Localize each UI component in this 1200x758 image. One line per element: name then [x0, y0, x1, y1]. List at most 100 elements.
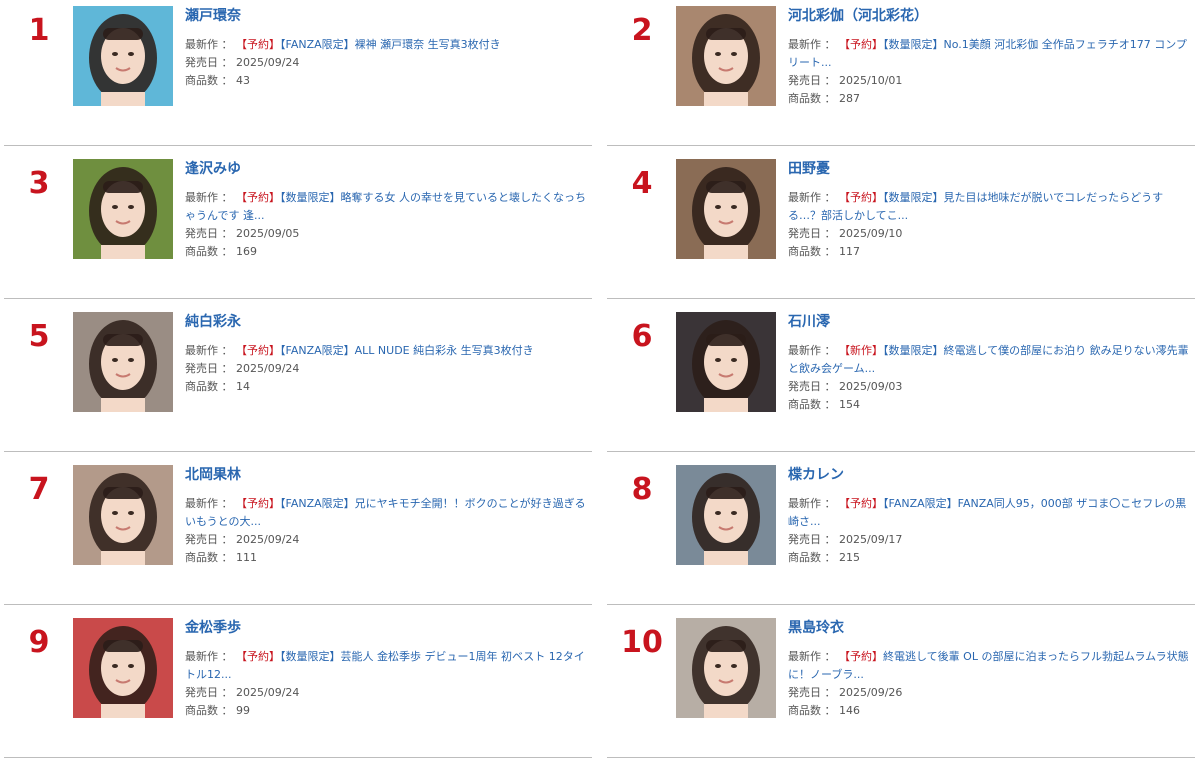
- portrait-image: [73, 312, 173, 412]
- separator: ：: [221, 245, 233, 258]
- limited-tag: 【FANZA限定】: [280, 38, 355, 51]
- ranking-card: 2 河北彩伽（河北彩花） 最新作 ： 【予約】【数量限定】No.1美顔 河北彩伽…: [607, 6, 1195, 146]
- actress-photo[interactable]: [676, 312, 776, 412]
- latest-work-title-link[interactable]: ALL NUDE 純白彩永 生写真3枚付き: [355, 344, 534, 357]
- ranking-card: 7 北岡果林 最新作 ： 【予約】【FANZA限定】兄にヤキモチ全開！！ボクのこ…: [4, 465, 592, 605]
- release-value: 2025/09/26: [839, 686, 903, 699]
- rank-number: 6: [631, 319, 653, 354]
- rank-number: 10: [621, 625, 663, 660]
- actress-name-link[interactable]: 河北彩伽（河北彩花）: [788, 6, 1191, 26]
- actress-photo[interactable]: [73, 465, 173, 565]
- rank-number: 7: [28, 472, 50, 507]
- status-tag: 【予約】: [839, 191, 883, 204]
- ranking-card: 5 純白彩永 最新作 ： 【予約】【FANZA限定】ALL NUDE 純白彩永 …: [4, 312, 592, 452]
- count-value: 146: [839, 704, 860, 717]
- separator: ：: [824, 704, 836, 717]
- product-count: 商品数 ： 287: [788, 90, 1191, 108]
- actress-name-link[interactable]: 逢沢みゆ: [185, 159, 588, 179]
- count-value: 154: [839, 398, 860, 411]
- separator: ：: [221, 704, 233, 717]
- actress-name-link[interactable]: 北岡果林: [185, 465, 588, 485]
- actress-info: 黒島玲衣 最新作 ： 【予約】終電逃して後輩 OL の部屋に泊まったらフル勃起ム…: [788, 618, 1191, 720]
- release-date: 発売日 ： 2025/09/24: [185, 531, 588, 549]
- actress-name-link[interactable]: 黒島玲衣: [788, 618, 1191, 638]
- release-value: 2025/09/24: [236, 56, 300, 69]
- latest-work-title-link[interactable]: 裸神 瀬戸環奈 生写真3枚付き: [355, 38, 501, 51]
- count-value: 117: [839, 245, 860, 258]
- count-label: 商品数: [185, 704, 218, 717]
- release-label: 発売日: [185, 362, 218, 375]
- count-label: 商品数: [788, 245, 821, 258]
- count-label: 商品数: [185, 245, 218, 258]
- status-tag: 【予約】: [839, 38, 883, 51]
- rank-number: 9: [28, 625, 50, 660]
- latest-work: 最新作 ： 【予約】【数量限定】芸能人 金松季歩 デビュー1周年 初ベスト 12…: [185, 648, 588, 684]
- latest-label: 最新作: [788, 497, 821, 510]
- release-date: 発売日 ： 2025/09/17: [788, 531, 1191, 549]
- product-count: 商品数 ： 146: [788, 702, 1191, 720]
- actress-name-link[interactable]: 田野憂: [788, 159, 1191, 179]
- limited-tag: 【FANZA限定】: [280, 497, 355, 510]
- latest-work: 最新作 ： 【予約】【数量限定】略奪する女 人の幸せを見ていると壊したくなっちゃ…: [185, 189, 588, 225]
- latest-work: 最新作 ： 【予約】【FANZA限定】ALL NUDE 純白彩永 生写真3枚付き: [185, 342, 588, 360]
- rank-number: 2: [631, 13, 653, 48]
- separator: ：: [221, 551, 233, 564]
- separator: ：: [221, 227, 233, 240]
- ranking-card: 3 逢沢みゆ 最新作 ： 【予約】【数量限定】略奪する女 人の幸せを見ていると壊…: [4, 159, 592, 299]
- actress-photo[interactable]: [73, 312, 173, 412]
- row-divider: [607, 604, 1195, 605]
- separator: ：: [824, 245, 836, 258]
- ranking-card: 1 瀬戸環奈 最新作 ： 【予約】【FANZA限定】裸神 瀬戸環奈 生写真3枚付…: [4, 6, 592, 146]
- separator: ：: [824, 533, 836, 546]
- row-divider: [607, 298, 1195, 299]
- separator: ：: [221, 191, 233, 204]
- actress-photo[interactable]: [676, 159, 776, 259]
- limited-tag: 【数量限定】: [280, 650, 341, 663]
- release-label: 発売日: [185, 227, 218, 240]
- count-label: 商品数: [788, 92, 821, 105]
- separator: ：: [221, 497, 233, 510]
- actress-name-link[interactable]: 石川澪: [788, 312, 1191, 332]
- product-count: 商品数 ： 111: [185, 549, 588, 567]
- status-tag: 【予約】: [236, 497, 280, 510]
- actress-photo[interactable]: [676, 6, 776, 106]
- ranking-card: 10 黒島玲衣 最新作 ： 【予約】終電逃して後輩 OL の部屋に泊まったらフル…: [607, 618, 1195, 758]
- actress-photo[interactable]: [73, 159, 173, 259]
- product-count: 商品数 ： 14: [185, 378, 588, 396]
- actress-photo[interactable]: [73, 6, 173, 106]
- separator: ：: [824, 686, 836, 699]
- count-value: 111: [236, 551, 257, 564]
- release-date: 発売日 ： 2025/09/24: [185, 54, 588, 72]
- release-date: 発売日 ： 2025/09/26: [788, 684, 1191, 702]
- separator: ：: [221, 650, 233, 663]
- count-value: 99: [236, 704, 250, 717]
- status-tag: 【予約】: [839, 497, 883, 510]
- actress-info: 純白彩永 最新作 ： 【予約】【FANZA限定】ALL NUDE 純白彩永 生写…: [185, 312, 588, 396]
- separator: ：: [824, 380, 836, 393]
- rank-number: 4: [631, 166, 653, 201]
- count-label: 商品数: [185, 551, 218, 564]
- release-value: 2025/09/24: [236, 362, 300, 375]
- portrait-image: [73, 6, 173, 106]
- actress-name-link[interactable]: 純白彩永: [185, 312, 588, 332]
- portrait-image: [676, 465, 776, 565]
- actress-photo[interactable]: [676, 618, 776, 718]
- actress-name-link[interactable]: 瀬戸環奈: [185, 6, 588, 26]
- release-date: 発売日 ： 2025/10/01: [788, 72, 1191, 90]
- limited-tag: 【数量限定】: [883, 191, 944, 204]
- latest-work: 最新作 ： 【予約】終電逃して後輩 OL の部屋に泊まったらフル勃起ムラムラ状態…: [788, 648, 1191, 684]
- separator: ：: [824, 650, 836, 663]
- separator: ：: [221, 344, 233, 357]
- count-value: 169: [236, 245, 257, 258]
- count-label: 商品数: [185, 380, 218, 393]
- actress-info: 瀬戸環奈 最新作 ： 【予約】【FANZA限定】裸神 瀬戸環奈 生写真3枚付き …: [185, 6, 588, 90]
- actress-name-link[interactable]: 金松季歩: [185, 618, 588, 638]
- actress-photo[interactable]: [73, 618, 173, 718]
- status-tag: 【予約】: [839, 650, 883, 663]
- actress-name-link[interactable]: 楪カレン: [788, 465, 1191, 485]
- status-tag: 【新作】: [839, 344, 883, 357]
- release-label: 発売日: [788, 533, 821, 546]
- latest-work: 最新作 ： 【予約】【数量限定】No.1美顔 河北彩伽 全作品フェラチオ177 …: [788, 36, 1191, 72]
- actress-photo[interactable]: [676, 465, 776, 565]
- separator: ：: [824, 497, 836, 510]
